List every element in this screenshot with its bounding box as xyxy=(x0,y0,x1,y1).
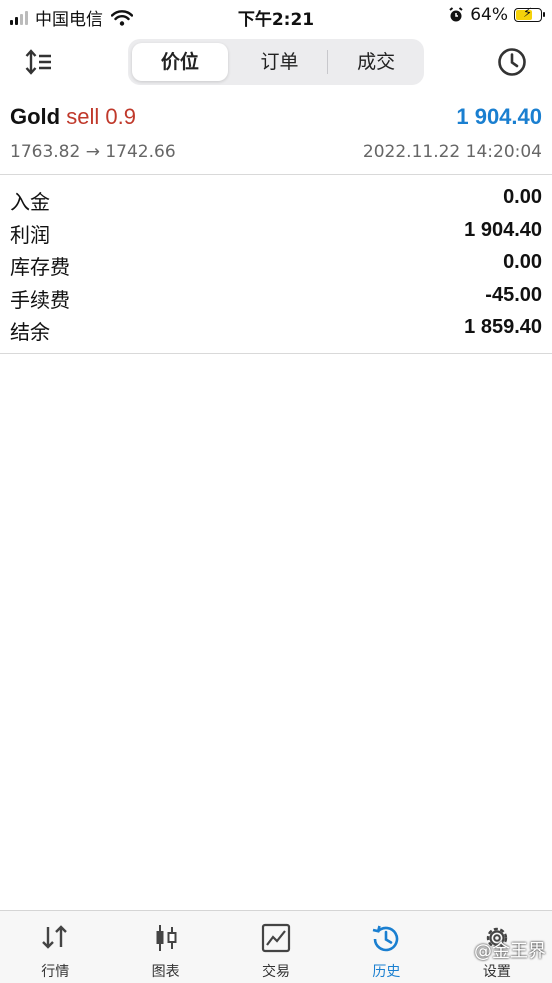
summary-value: -45.00 xyxy=(485,283,542,306)
summary-value: 0.00 xyxy=(503,186,542,208)
summary-row-balance: 结余 1 859.40 xyxy=(0,313,552,346)
clock-icon xyxy=(498,48,526,76)
summary-label: 手续费 xyxy=(10,287,70,312)
bottom-tab-bar: 行情 图表 交易 历史 设置 xyxy=(0,910,552,983)
tab-quotes[interactable]: 行情 xyxy=(0,911,110,983)
summary-label: 库存费 xyxy=(10,255,70,279)
deal-row[interactable]: Gold sell 0.9 1 904.40 1763.82 → 1742.66… xyxy=(0,100,552,175)
summary-value: 1 904.40 xyxy=(464,218,542,241)
battery-percent: 64% xyxy=(470,5,508,25)
tab-history[interactable]: 历史 xyxy=(331,911,441,983)
status-right: 64% ⚡ xyxy=(448,5,545,25)
summary-value: 0.00 xyxy=(503,251,542,273)
alarm-icon xyxy=(449,7,463,22)
tab-orders[interactable]: 订单 xyxy=(232,43,328,81)
summary-row-commission: 手续费 -45.00 xyxy=(0,281,552,314)
candlestick-icon xyxy=(156,925,177,951)
tab-label: 设置 xyxy=(482,964,511,980)
deal-symbol-line: Gold sell 0.9 xyxy=(10,104,136,130)
tab-label: 图表 xyxy=(151,964,180,980)
tab-label: 历史 xyxy=(372,964,401,980)
summary-label: 入金 xyxy=(10,190,50,214)
tab-label: 行情 xyxy=(41,964,70,980)
summary-row-swap: 库存费 0.00 xyxy=(0,248,552,281)
deal-prices: 1763.82 → 1742.66 xyxy=(10,142,176,162)
tab-charts[interactable]: 图表 xyxy=(110,911,220,983)
tab-deals[interactable]: 成交 xyxy=(328,43,424,81)
segmented-control: 价位 订单 成交 xyxy=(128,39,424,85)
period-button[interactable] xyxy=(496,46,528,78)
status-bar: 中国电信 下午2:21 64% ⚡ xyxy=(0,0,552,32)
deal-profit: 1 904.40 xyxy=(456,104,542,129)
quotes-arrows-icon xyxy=(42,925,68,949)
summary-label: 利润 xyxy=(10,222,50,247)
deal-time: 2022.11.22 14:20:04 xyxy=(362,142,542,162)
deal-side: sell 0.9 xyxy=(66,104,136,129)
toolbar: 价位 订单 成交 xyxy=(0,36,552,90)
summary-list: 入金 0.00 利润 1 904.40 库存费 0.00 手续费 -45.00 … xyxy=(0,183,552,354)
tab-price[interactable]: 价位 xyxy=(132,43,228,81)
tab-trade[interactable]: 交易 xyxy=(221,911,331,983)
battery-icon: ⚡ xyxy=(514,6,545,22)
summary-label: 结余 xyxy=(10,320,50,344)
history-clock-icon xyxy=(373,925,399,952)
summary-value: 1 859.40 xyxy=(464,316,542,338)
summary-row-deposit: 入金 0.00 xyxy=(0,183,552,216)
tab-label: 交易 xyxy=(262,964,291,980)
trade-chart-icon xyxy=(261,923,291,953)
deal-symbol: Gold xyxy=(10,104,61,129)
sort-button[interactable] xyxy=(24,48,58,78)
sort-icon xyxy=(25,49,51,75)
summary-row-profit: 利润 1 904.40 xyxy=(0,216,552,249)
watermark: @金王界 xyxy=(474,941,546,962)
